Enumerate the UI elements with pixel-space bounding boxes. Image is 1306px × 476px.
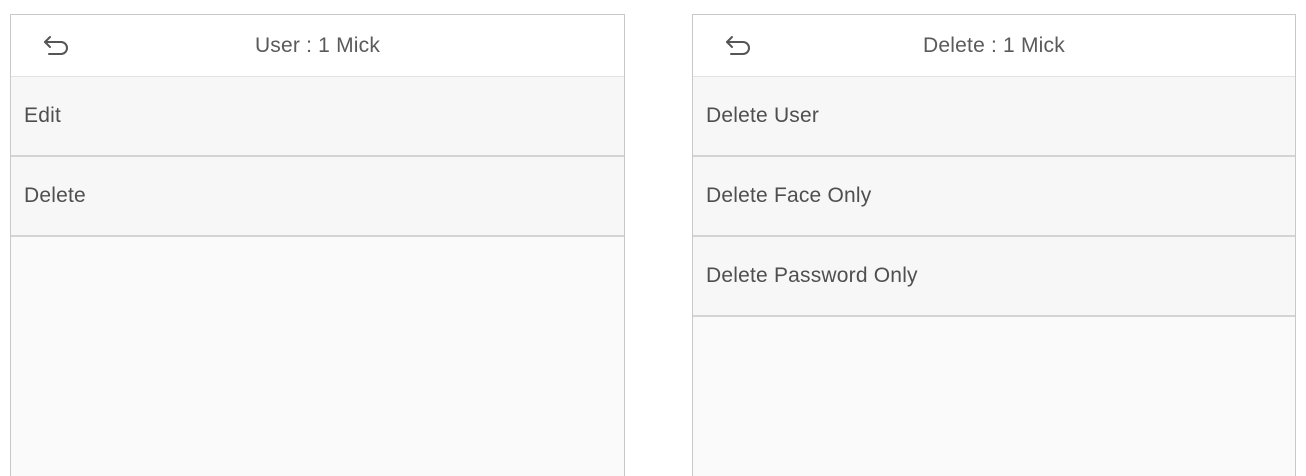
menu-item-label: Delete Password Only	[706, 264, 918, 287]
page-title: Delete : 1 Mick	[923, 34, 1065, 57]
user-menu-header: User : 1 Mick	[11, 15, 624, 77]
page-title: User : 1 Mick	[254, 34, 381, 57]
screenshot-canvas: User : 1 Mick Edit Delete Delete : 1 Mic…	[0, 0, 1306, 476]
menu-item-label: Delete Face Only	[706, 184, 872, 207]
delete-menu-panel: Delete : 1 Mick Delete User Delete Face …	[692, 14, 1296, 476]
menu-item-label: Edit	[24, 104, 61, 127]
user-menu-panel: User : 1 Mick Edit Delete	[10, 14, 625, 476]
menu-item-label: Delete User	[706, 104, 820, 127]
menu-item-edit[interactable]: Edit	[11, 77, 624, 157]
menu-item-delete-user[interactable]: Delete User	[693, 77, 1295, 157]
delete-menu-header: Delete : 1 Mick	[693, 15, 1295, 77]
menu-item-delete-face-only[interactable]: Delete Face Only	[693, 157, 1295, 237]
menu-item-label: Delete	[24, 184, 86, 207]
menu-item-delete-password-only[interactable]: Delete Password Only	[693, 237, 1295, 317]
menu-item-delete[interactable]: Delete	[11, 157, 624, 237]
